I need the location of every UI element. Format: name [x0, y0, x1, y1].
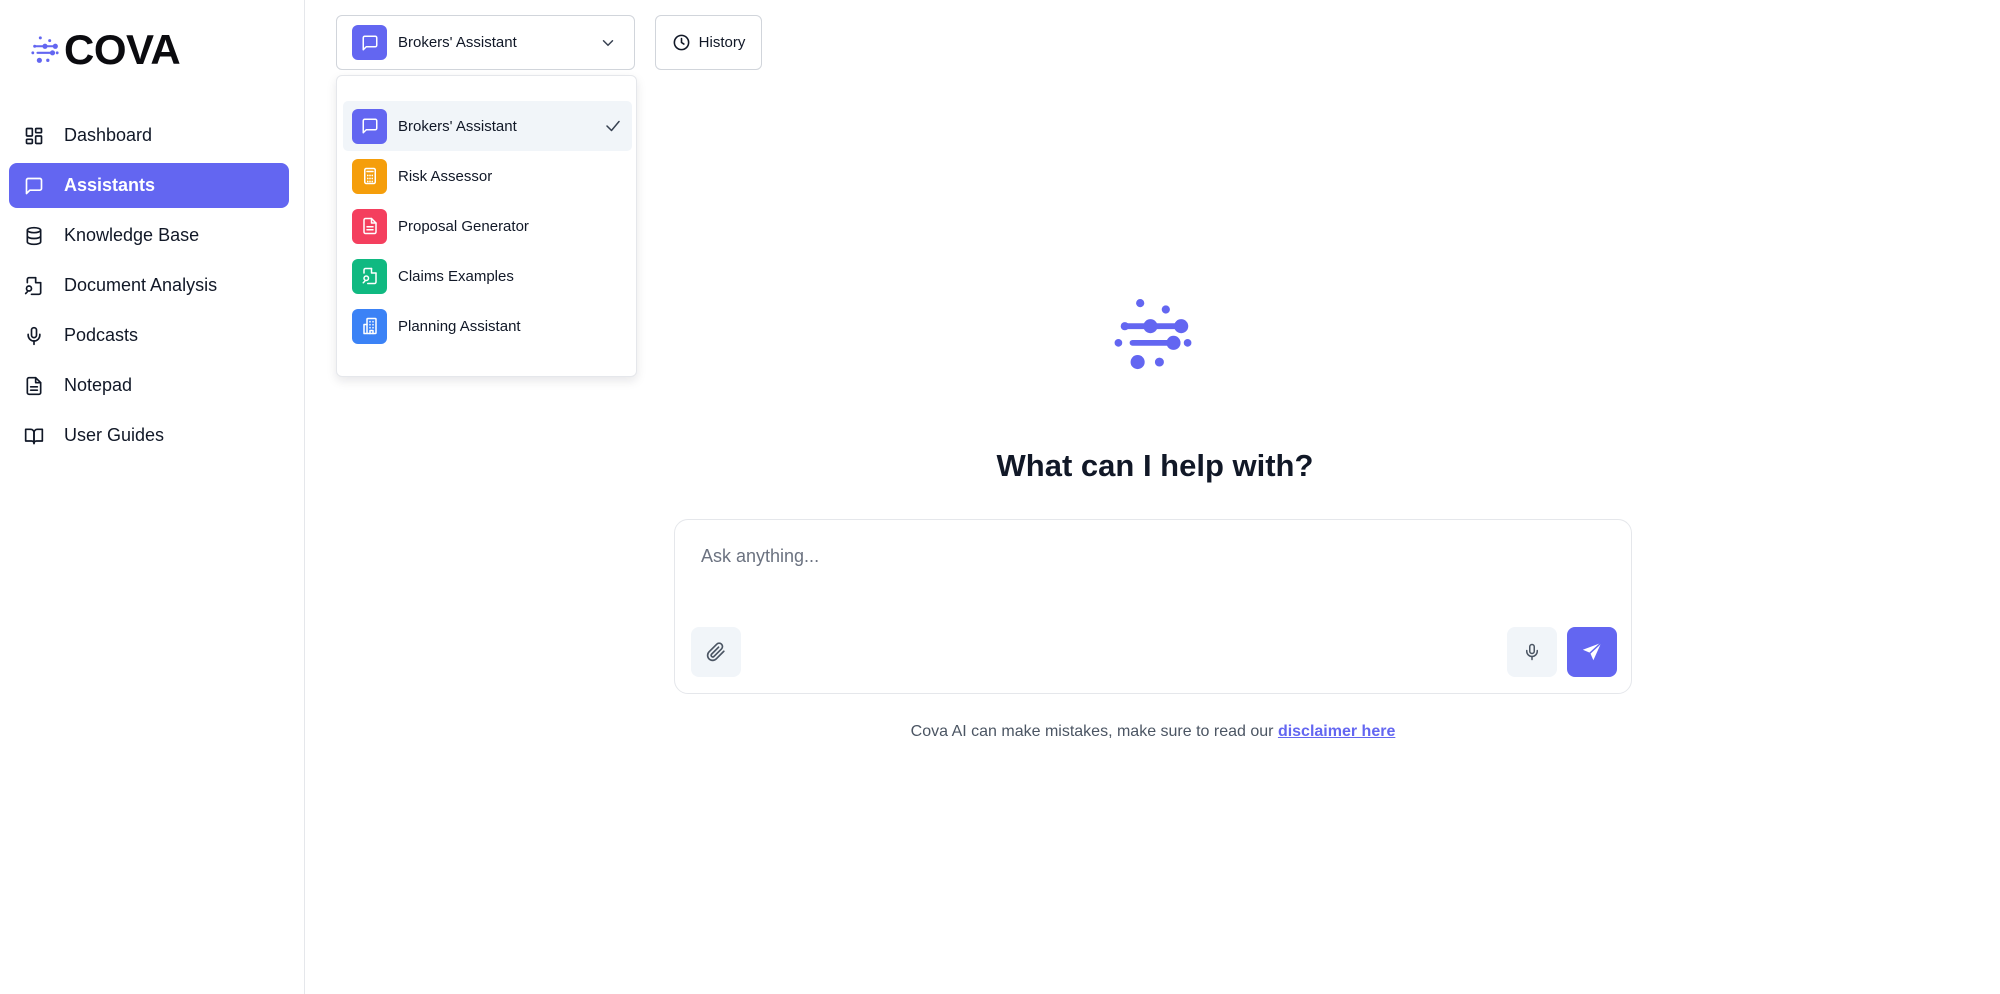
file-text-icon	[352, 208, 387, 244]
cova-logo-icon	[1114, 299, 1192, 370]
assistant-select[interactable]: Brokers' Assistant	[336, 15, 635, 70]
history-label: History	[698, 34, 746, 51]
dropdown-item-label: Claims Examples	[398, 267, 514, 285]
dropdown-item-label: Planning Assistant	[398, 317, 521, 335]
dropdown-item-brokers-assistant[interactable]: Brokers' Assistant	[343, 101, 632, 151]
chevron-down-icon	[602, 40, 614, 47]
assistant-dropdown-menu: Brokers' Assistant Risk Assessor Proposa…	[336, 75, 637, 377]
dropdown-item-label: Brokers' Assistant	[398, 117, 517, 135]
sidebar-item-document-analysis[interactable]: Document Analysis	[9, 263, 289, 308]
assistant-select-value: Brokers' Assistant	[398, 34, 517, 51]
sidebar-item-user-guides[interactable]: User Guides	[9, 413, 289, 458]
sidebar-item-label: Assistants	[64, 175, 156, 195]
sidebar-item-assistants[interactable]: Assistants	[9, 163, 289, 208]
chat-bubble-icon	[352, 25, 387, 60]
sidebar-item-label: Podcasts	[64, 325, 139, 345]
sidebar-nav: Dashboard Assistants Knowledge Base Docu…	[9, 113, 289, 463]
chat-input[interactable]	[701, 546, 1581, 567]
attach-button[interactable]	[691, 627, 741, 677]
building-icon	[352, 308, 387, 344]
paperclip-icon	[706, 642, 725, 662]
sidebar-item-knowledge-base[interactable]: Knowledge Base	[9, 213, 289, 258]
sidebar-item-podcasts[interactable]: Podcasts	[9, 313, 289, 358]
chat-bubble-icon	[352, 108, 387, 144]
sidebar-item-dashboard[interactable]: Dashboard	[9, 113, 289, 158]
book-open-icon	[23, 425, 45, 447]
microphone-icon	[1526, 643, 1538, 661]
dropdown-item-planning-assistant[interactable]: Planning Assistant	[343, 301, 632, 351]
sidebar-item-label: Notepad	[64, 375, 133, 395]
dropdown-item-claims-examples[interactable]: Claims Examples	[343, 251, 632, 301]
disclaimer-message: Cova AI can make mistakes, make sure to …	[910, 723, 1278, 740]
sidebar-item-label: Knowledge Base	[64, 225, 200, 245]
send-arrow-icon	[1582, 642, 1602, 661]
dropdown-item-label: Proposal Generator	[398, 217, 529, 235]
chat-composer	[674, 519, 1632, 694]
disclaimer-link[interactable]: disclaimer here	[1278, 723, 1395, 740]
document-search-icon	[23, 275, 45, 297]
sidebar: COVA Dashboard Assistants Knowledge Base…	[0, 0, 305, 994]
notepad-icon	[23, 375, 45, 397]
dropdown-item-proposal-generator[interactable]: Proposal Generator	[343, 201, 632, 251]
brand-name: COVA	[64, 26, 181, 73]
voice-input-button[interactable]	[1507, 627, 1557, 677]
brand-logo[interactable]: COVA	[30, 26, 181, 74]
dropdown-item-risk-assessor[interactable]: Risk Assessor	[343, 151, 632, 201]
microphone-icon	[23, 325, 45, 347]
dropdown-item-label: Risk Assessor	[398, 167, 493, 185]
history-button[interactable]: History	[655, 15, 762, 70]
sidebar-item-label: User Guides	[64, 425, 165, 445]
chat-bubble-icon	[23, 175, 45, 197]
file-search-icon	[352, 258, 387, 294]
page-title: What can I help with?	[996, 448, 1314, 483]
clock-icon	[673, 34, 690, 51]
calculator-icon	[352, 158, 387, 194]
cova-logo-icon	[31, 36, 59, 63]
sidebar-item-label: Dashboard	[64, 125, 153, 145]
dashboard-grid-icon	[23, 125, 45, 147]
check-icon	[606, 120, 620, 132]
sidebar-item-label: Document Analysis	[64, 275, 218, 295]
disclaimer-text: Cova AI can make mistakes, make sure to …	[674, 723, 1632, 741]
sidebar-item-notepad[interactable]: Notepad	[9, 363, 289, 408]
database-icon	[23, 225, 45, 247]
send-button[interactable]	[1567, 627, 1617, 677]
